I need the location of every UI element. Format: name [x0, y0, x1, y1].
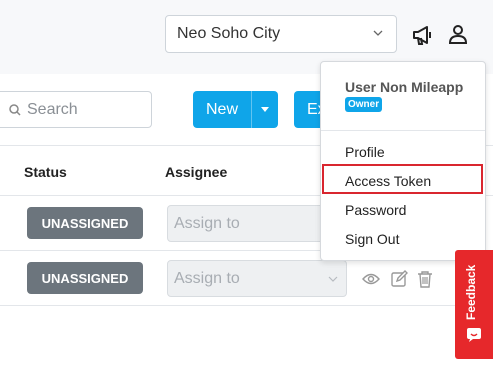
new-button-label: New [205, 100, 238, 118]
feedback-tab[interactable]: Feedback [455, 250, 493, 359]
edit-icon[interactable] [390, 270, 408, 288]
assignee-placeholder: Assign to [174, 269, 240, 287]
trash-icon[interactable] [416, 270, 434, 288]
column-header-status: Status [24, 164, 67, 180]
role-badge: Owner [345, 97, 383, 112]
location-select[interactable]: Neo Soho City [165, 15, 397, 53]
access-token-highlight [322, 164, 483, 194]
caret-down-icon [261, 107, 269, 112]
user-name: User Non Mileapp [345, 79, 464, 95]
megaphone-icon[interactable] [411, 24, 435, 46]
location-select-value: Neo Soho City [177, 25, 281, 42]
menu-item-profile[interactable]: Profile [345, 144, 385, 160]
assignee-placeholder: Assign to [174, 214, 240, 232]
eye-icon[interactable] [362, 270, 380, 288]
new-button[interactable]: New [193, 91, 278, 128]
menu-item-sign-out[interactable]: Sign Out [345, 231, 399, 247]
user-dropdown-menu: User Non Mileapp Owner Profile Access To… [320, 61, 486, 261]
chat-icon [467, 328, 481, 342]
column-header-assignee: Assignee [165, 164, 228, 180]
user-icon[interactable] [447, 23, 469, 45]
menu-divider [321, 130, 485, 131]
status-badge: UNASSIGNED [27, 207, 143, 239]
search-input[interactable]: Search [0, 91, 152, 128]
assignee-select[interactable]: Assign to [167, 260, 347, 297]
new-dropdown-caret[interactable] [251, 91, 278, 128]
chevron-down-icon [328, 276, 338, 282]
search-icon [9, 103, 21, 116]
status-badge: UNASSIGNED [27, 262, 143, 294]
chevron-down-icon [373, 30, 383, 36]
search-placeholder: Search [27, 100, 78, 118]
menu-item-password[interactable]: Password [345, 202, 406, 218]
feedback-label: Feedback [464, 264, 478, 320]
